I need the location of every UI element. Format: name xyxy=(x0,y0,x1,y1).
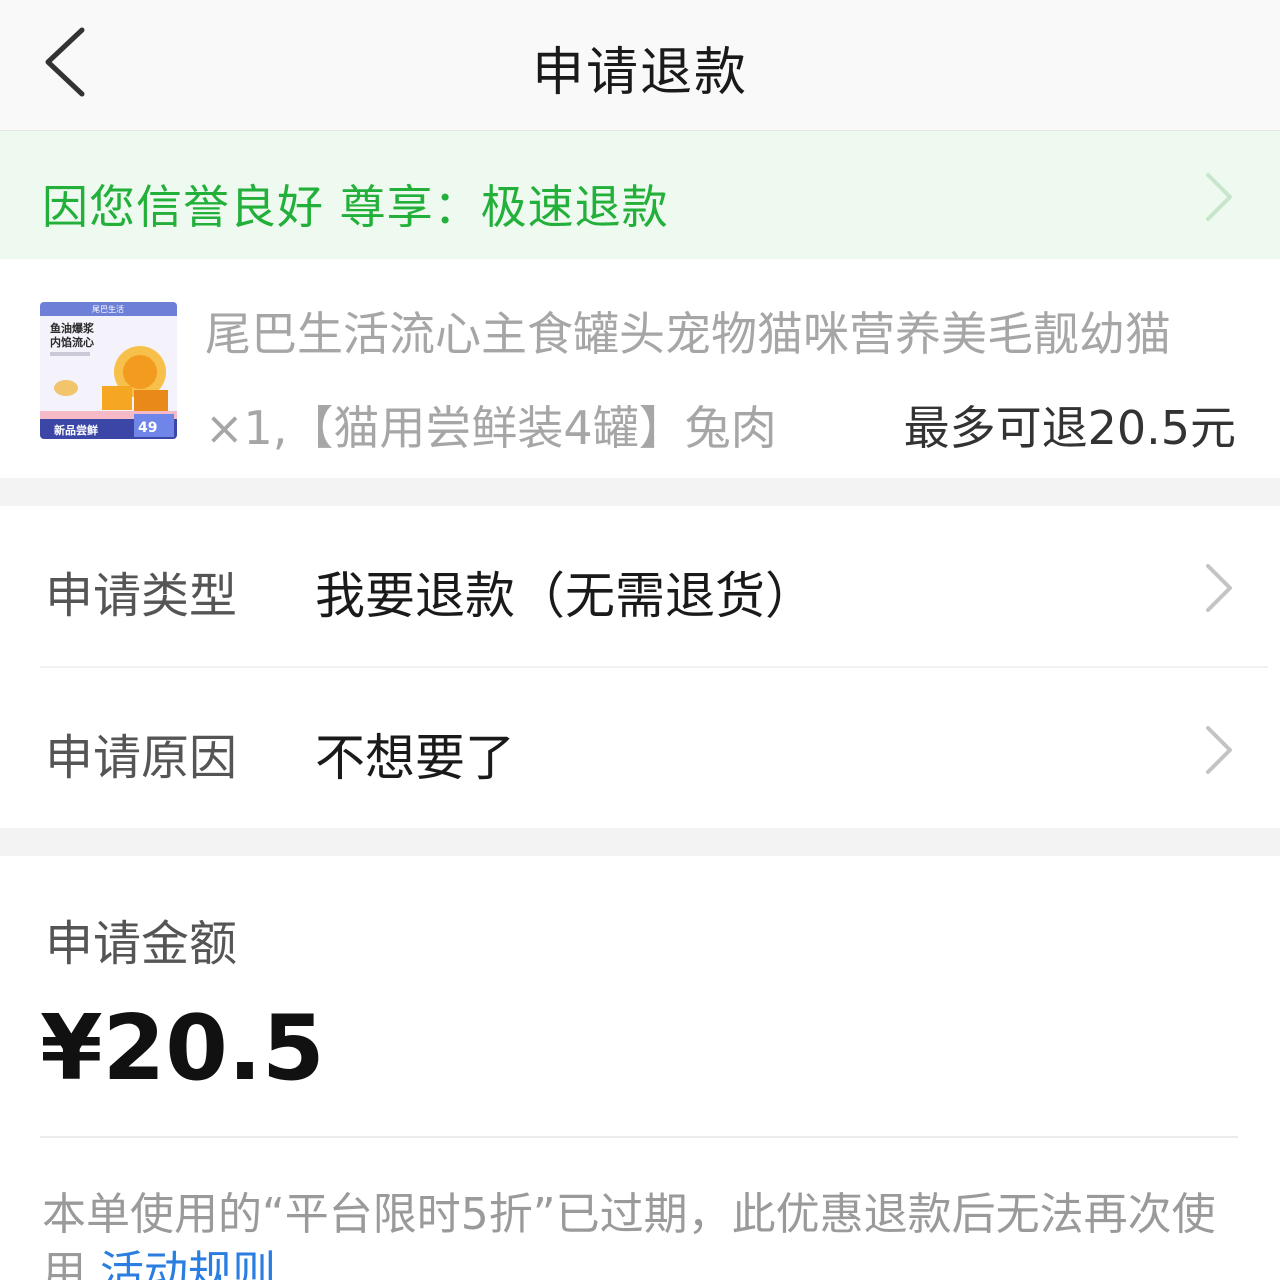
refund-amount-section: 申请金额 ¥20.5 本单使用的“平台限时5折”已过期，此优惠退款后无法再次使用… xyxy=(0,856,1280,1280)
thumb-brand: 尾巴生活 xyxy=(92,304,124,314)
thumb-new-tag: 新品尝鲜 xyxy=(54,423,98,437)
page-title: 申请退款 xyxy=(531,43,748,103)
thumb-headline-2: 内馅流心 xyxy=(50,335,94,349)
amount-value: ¥20.5 xyxy=(40,996,325,1101)
request-options: 申请类型 我要退款（无需退货） 申请原因 不想要了 xyxy=(0,506,1280,828)
product-spec: ×1,【猫用尝鲜装4罐】兔肉 xyxy=(205,401,777,455)
request-reason-label: 申请原因 xyxy=(45,730,238,786)
max-refund: 最多可退20.5元 xyxy=(903,401,1236,455)
request-type-value: 我要退款（无需退货） xyxy=(315,567,815,625)
banner-text: 因您信誉良好 尊享：极速退款 xyxy=(42,180,669,234)
request-type-label: 申请类型 xyxy=(45,568,238,624)
nav-header: 申请退款 xyxy=(0,0,1280,131)
activity-rules-link[interactable]: 活动规则 xyxy=(100,1247,276,1280)
thumb-price: 49 xyxy=(138,420,157,436)
discount-note: 本单使用的“平台限时5折”已过期，此优惠退款后无法再次使用 活动规则 xyxy=(42,1186,1242,1280)
product-card: 尾巴生活 鱼油爆浆 内馅流心 新品尝鲜 49 尾巴生活流心主食罐头宠物猫咪营养美… xyxy=(0,260,1280,478)
chevron-right-icon xyxy=(1202,724,1236,776)
product-thumbnail[interactable]: 尾巴生活 鱼油爆浆 内馅流心 新品尝鲜 49 xyxy=(40,302,177,439)
section-divider xyxy=(0,828,1280,856)
amount-divider xyxy=(40,1136,1238,1138)
fast-refund-banner[interactable]: 因您信誉良好 尊享：极速退款 xyxy=(0,131,1280,259)
thumb-headline-1: 鱼油爆浆 xyxy=(50,321,95,335)
request-reason-value: 不想要了 xyxy=(315,729,515,787)
request-reason-row[interactable]: 申请原因 不想要了 xyxy=(0,668,1280,828)
refund-page: 申请退款 因您信誉良好 尊享：极速退款 尾巴生活 鱼油爆浆 内馅流心 新品尝鲜 … xyxy=(0,0,1280,1280)
amount-label: 申请金额 xyxy=(45,916,238,972)
request-type-row[interactable]: 申请类型 我要退款（无需退货） xyxy=(0,506,1280,668)
chevron-right-icon xyxy=(1202,171,1236,223)
product-name: 尾巴生活流心主食罐头宠物猫咪营养美毛靓幼猫 xyxy=(205,307,1171,361)
chevron-right-icon xyxy=(1202,562,1236,614)
section-divider xyxy=(0,478,1280,506)
